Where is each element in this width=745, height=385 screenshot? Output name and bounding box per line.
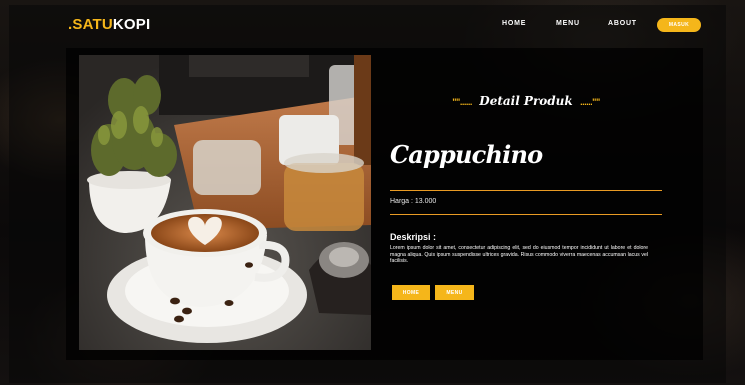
detail-heading-text: Detail Produk [479, 94, 573, 108]
nav-menu-link[interactable]: MENU [556, 20, 580, 27]
brand-suffix: KOPI [112, 16, 151, 33]
product-name: Cappuchino [390, 140, 543, 169]
product-photo [79, 55, 371, 350]
divider-bottom [390, 214, 662, 215]
nav-home-link[interactable]: HOME [502, 20, 526, 27]
home-button[interactable]: HOME [392, 285, 430, 300]
heading-ornament-right: ......"" [580, 97, 600, 107]
login-button[interactable]: MASUK [657, 18, 701, 32]
divider-top [390, 190, 662, 191]
nav-about-link[interactable]: ABOUT [608, 20, 637, 27]
product-price: Harga : 13.000 [390, 198, 437, 205]
heading-ornament-left: ""...... [452, 97, 472, 107]
description-text: Lorem ipsum dolor sit amet, consectetur … [390, 245, 648, 265]
brand-logo[interactable]: .SATUKOPI [68, 16, 150, 33]
navbar: .SATUKOPI HOME MENU ABOUT MASUK [0, 0, 745, 50]
coffee-cup-photo [79, 55, 371, 350]
brand-prefix: .SATU [68, 16, 113, 33]
detail-heading: ""...... Detail Produk ......"" [390, 92, 662, 110]
description-title: Deskripsi : [390, 232, 437, 242]
menu-button[interactable]: MENU [435, 285, 474, 300]
